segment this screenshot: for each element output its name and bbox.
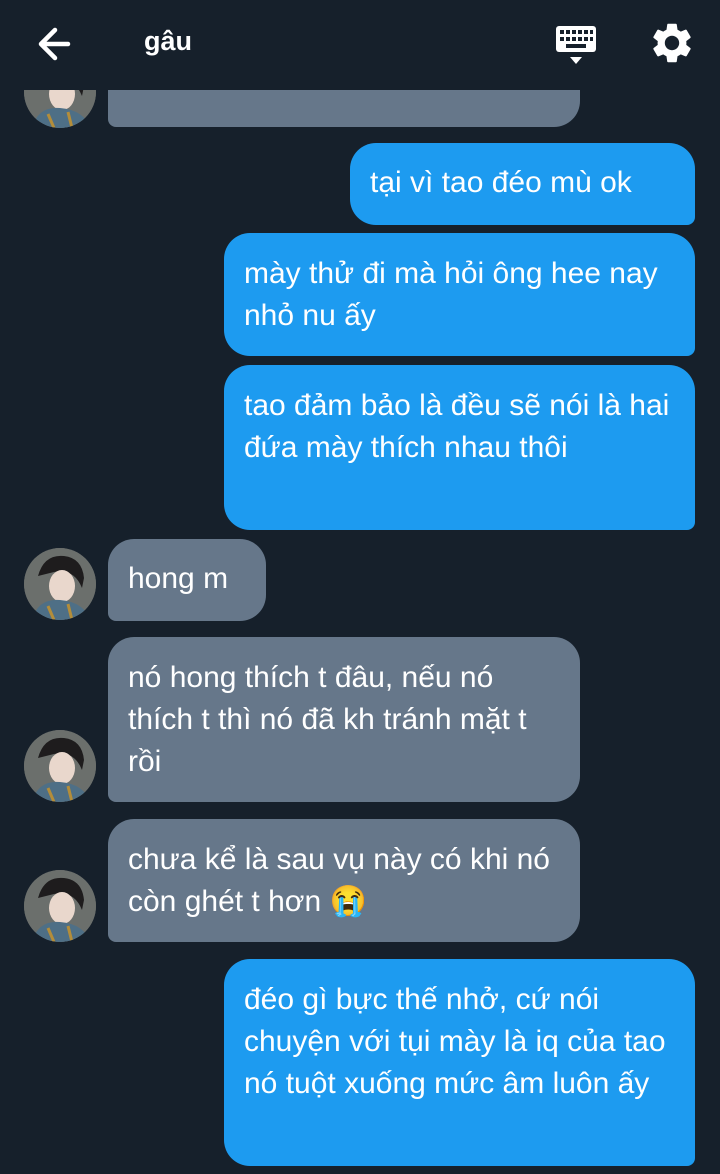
keyboard-icon	[556, 26, 596, 64]
avatar[interactable]	[24, 548, 96, 620]
message-bubble-incoming[interactable]: hong m	[108, 539, 266, 621]
keyboard-button[interactable]	[552, 22, 600, 68]
message-bubble-outgoing[interactable]: tao đảm bảo là đều sẽ nói là hai đứa mày…	[224, 365, 695, 530]
avatar[interactable]	[24, 870, 96, 942]
message-bubble-incoming[interactable]: nó hong thích t đâu, nếu nó thích t thì …	[108, 637, 580, 802]
chat-header: gâu	[0, 0, 720, 90]
back-button[interactable]	[30, 22, 80, 66]
avatar-photo	[24, 548, 96, 620]
arrow-left-icon	[38, 27, 71, 61]
crying-face-emoji: 😭	[329, 885, 367, 918]
avatar-photo	[24, 730, 96, 802]
message-bubble-incoming[interactable]: chưa kể là sau vụ này có khi nó còn ghét…	[108, 819, 580, 942]
message-bubble-outgoing[interactable]: đéo gì bực thế nhở, cứ nói chuyện với tụ…	[224, 959, 695, 1166]
chat-title: gâu	[144, 26, 193, 56]
message-bubble-outgoing[interactable]: tại vì tao đéo mù ok	[350, 143, 695, 225]
avatar-photo	[24, 870, 96, 942]
message-bubble-outgoing[interactable]: mày thử đi mà hỏi ông hee nay nhỏ nu ấy	[224, 233, 695, 356]
avatar[interactable]	[24, 730, 96, 802]
gear-icon	[653, 23, 691, 63]
settings-button[interactable]	[648, 18, 696, 68]
